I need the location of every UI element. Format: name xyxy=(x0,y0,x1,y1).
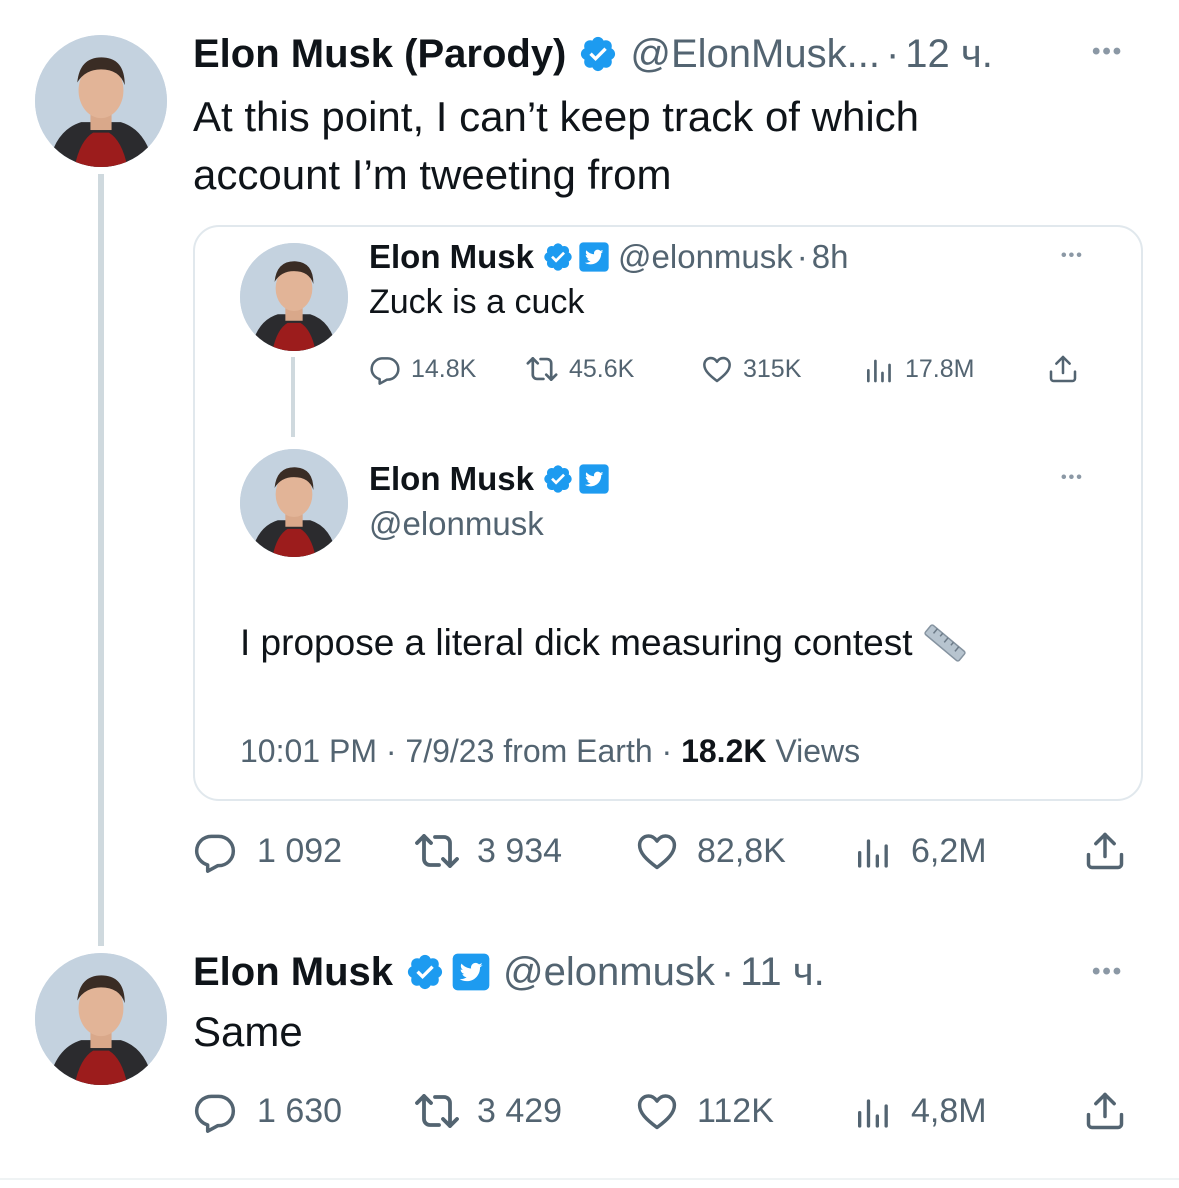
tweet1-text-line: account I’m tweeting from xyxy=(193,151,672,198)
quote2-text-content: I propose a literal dick measuring conte… xyxy=(240,622,913,663)
quote1-header: Elon Musk @elonmusk · 8h xyxy=(369,235,848,279)
tweet1-text: At this point, I can’t keep track of whi… xyxy=(193,88,919,204)
like-action[interactable]: 112K xyxy=(635,1089,853,1133)
share-action[interactable] xyxy=(1083,829,1127,873)
reply-icon xyxy=(369,353,401,385)
retweet-action: 45.6K xyxy=(525,352,701,386)
reply-action: 14.8K xyxy=(369,353,525,385)
quote2-author-name: Elon Musk xyxy=(369,460,535,497)
like-count: 82,8K xyxy=(697,831,786,870)
share-icon xyxy=(1047,353,1079,385)
verified-badge-icon xyxy=(542,241,574,273)
share-icon[interactable] xyxy=(1083,829,1127,873)
retweet-count: 45.6K xyxy=(569,354,635,383)
quoted-tweet-card[interactable]: Elon Musk @elonmusk · 8h ••• Zuck is a c… xyxy=(193,225,1143,801)
views-count: 17.8M xyxy=(905,354,975,383)
quote1-author-name: Elon Musk xyxy=(369,238,535,275)
quote1-time: 8h xyxy=(811,238,849,275)
separator-dot: · xyxy=(796,238,808,275)
views-icon[interactable] xyxy=(853,1091,893,1131)
quote1-actions: 14.8K 45.6K 315K 17.8M xyxy=(369,349,1099,389)
thread-line xyxy=(98,174,104,946)
reply-icon[interactable] xyxy=(193,1089,237,1133)
quote2-text: I propose a literal dick measuring conte… xyxy=(240,619,969,667)
verified-badge-icon[interactable] xyxy=(405,952,445,992)
quote2-views-count: 18.2K xyxy=(681,733,767,769)
heart-icon xyxy=(701,353,733,385)
avatar[interactable] xyxy=(35,35,167,167)
tweet1-time[interactable]: 12 ч. xyxy=(905,32,993,77)
separator-dot: · xyxy=(885,31,900,76)
tweet2-handle[interactable]: @elonmusk xyxy=(503,950,715,995)
retweet-action[interactable]: 3 934 xyxy=(413,827,635,875)
tweet1-actions: 1 092 3 934 82,8K 6,2M xyxy=(193,828,1143,874)
reply-action[interactable]: 1 092 xyxy=(193,829,413,873)
share-action xyxy=(1047,353,1079,385)
views-action[interactable]: 4,8M xyxy=(853,1091,1083,1131)
verified-badge-icon[interactable] xyxy=(578,34,618,74)
reply-count: 1 630 xyxy=(257,1091,343,1130)
divider xyxy=(0,1178,1179,1180)
share-icon[interactable] xyxy=(1083,1089,1127,1133)
more-options-icon[interactable]: ••• xyxy=(1092,958,1123,986)
tweet1-handle[interactable]: @ElonMusk... xyxy=(630,32,880,77)
views-icon xyxy=(863,353,895,385)
quote2-handle: @elonmusk xyxy=(369,505,544,542)
quote2-timestamp-row: 10:01 PM · 7/9/23 from Earth · 18.2K Vie… xyxy=(240,733,860,770)
retweet-icon[interactable] xyxy=(413,827,461,875)
views-icon[interactable] xyxy=(853,831,893,871)
like-count: 315K xyxy=(743,354,802,383)
ruler-emoji-icon xyxy=(923,624,966,662)
retweet-icon xyxy=(525,352,559,386)
tweet2-header: Elon Musk @elonmusk · 11 ч. xyxy=(193,946,825,998)
heart-icon[interactable] xyxy=(635,1089,679,1133)
tweet1-text-line: At this point, I can’t keep track of whi… xyxy=(193,93,920,140)
twitter-bird-icon xyxy=(578,463,610,495)
tweet1-header: Elon Musk (Parody) @ElonMusk... · 12 ч. xyxy=(193,28,993,80)
like-count: 112K xyxy=(697,1091,774,1130)
views-action[interactable]: 6,2M xyxy=(853,831,1083,871)
quote2-timestamp: 10:01 PM · 7/9/23 from Earth · xyxy=(240,733,682,769)
twitter-bird-icon[interactable] xyxy=(451,952,491,992)
twitter-bird-icon xyxy=(578,241,610,273)
retweet-count: 3 934 xyxy=(477,831,563,870)
quote2-header: Elon Musk xyxy=(369,457,610,501)
quote2-views-label: Views xyxy=(766,733,861,769)
share-action[interactable] xyxy=(1083,1089,1127,1133)
heart-icon[interactable] xyxy=(635,829,679,873)
separator-dot: · xyxy=(720,949,735,994)
retweet-icon[interactable] xyxy=(413,1087,461,1135)
avatar xyxy=(240,449,348,557)
tweet1-author-name[interactable]: Elon Musk (Parody) xyxy=(193,32,566,77)
tweet2-author-name[interactable]: Elon Musk xyxy=(193,950,393,995)
thread-line xyxy=(291,357,295,437)
more-options-icon: ••• xyxy=(1061,469,1084,486)
more-options-icon[interactable]: ••• xyxy=(1092,38,1123,66)
reply-icon[interactable] xyxy=(193,829,237,873)
tweet2-time[interactable]: 11 ч. xyxy=(740,950,825,995)
avatar xyxy=(240,243,348,351)
views-action: 17.8M xyxy=(863,353,1047,385)
avatar[interactable] xyxy=(35,953,167,1085)
views-count: 6,2M xyxy=(911,831,987,870)
tweet2-text: Same xyxy=(193,1008,303,1055)
views-count: 4,8M xyxy=(911,1091,987,1130)
reply-action[interactable]: 1 630 xyxy=(193,1089,413,1133)
quote1-handle: @elonmusk xyxy=(618,238,793,275)
tweet2-actions: 1 630 3 429 112K 4,8M xyxy=(193,1088,1143,1134)
like-action[interactable]: 82,8K xyxy=(635,829,853,873)
verified-badge-icon xyxy=(542,463,574,495)
reply-count: 1 092 xyxy=(257,831,343,870)
more-options-icon: ••• xyxy=(1061,247,1084,264)
quote1-text: Zuck is a cuck xyxy=(369,283,585,321)
retweet-action[interactable]: 3 429 xyxy=(413,1087,635,1135)
reply-count: 14.8K xyxy=(411,354,477,383)
retweet-count: 3 429 xyxy=(477,1091,563,1130)
like-action: 315K xyxy=(701,353,863,385)
